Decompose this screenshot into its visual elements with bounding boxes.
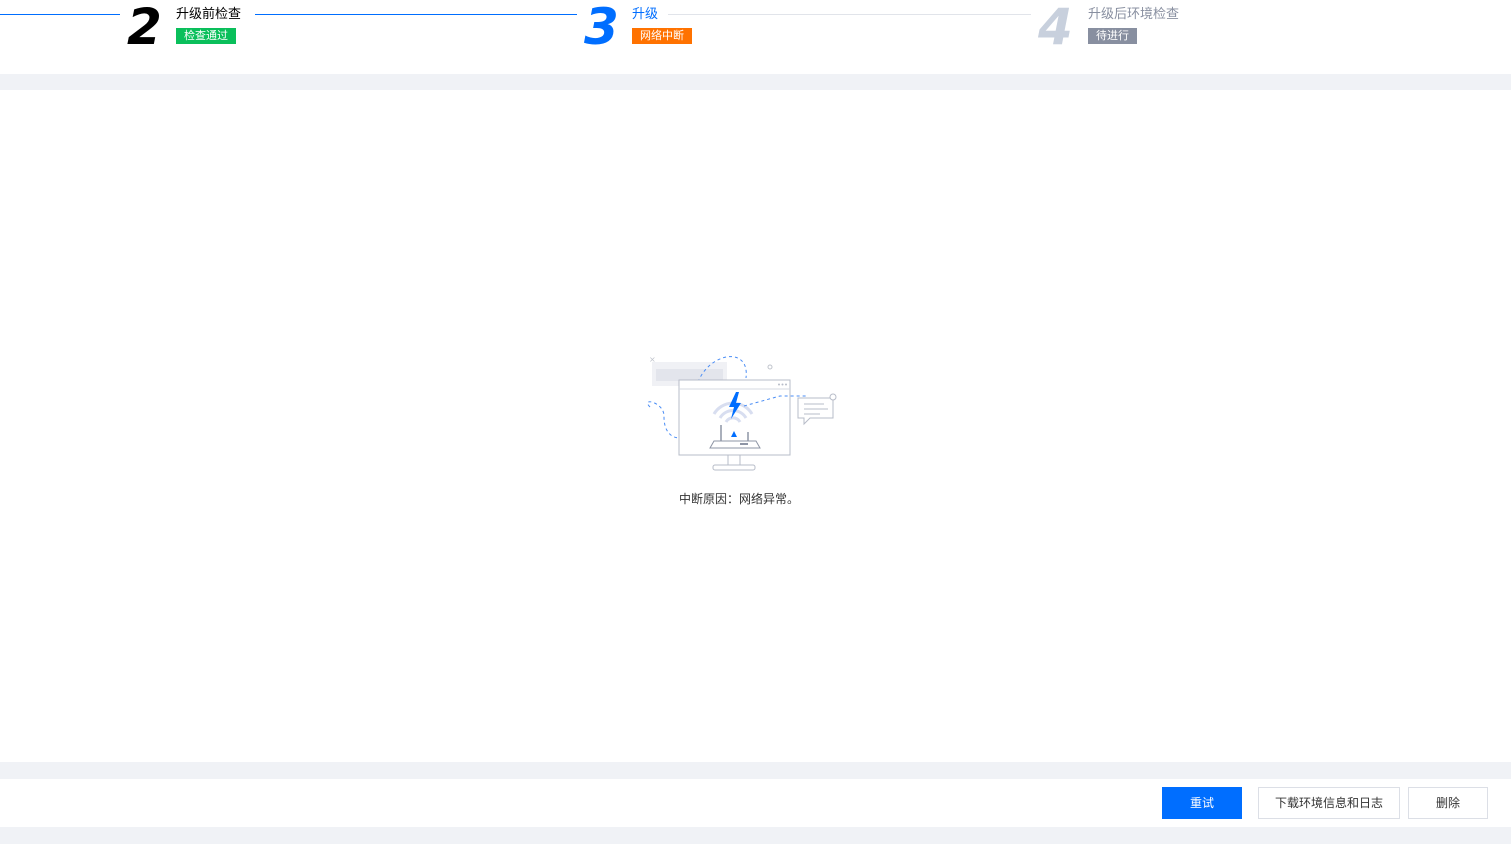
step-title: 升级 xyxy=(632,7,659,22)
svg-text:×: × xyxy=(649,355,656,364)
network-disconnected-illustration-icon: × xyxy=(647,355,837,471)
status-badge: 待进行 xyxy=(1088,28,1137,44)
delete-button[interactable]: 删除 xyxy=(1408,787,1488,819)
status-badge: 网络中断 xyxy=(632,28,692,44)
retry-button[interactable]: 重试 xyxy=(1162,787,1242,819)
download-logs-button[interactable]: 下载环境信息和日志 xyxy=(1258,787,1400,819)
step-title: 升级前检查 xyxy=(176,7,242,22)
step-number: 4 xyxy=(1038,0,1073,56)
step-connector-line xyxy=(0,14,120,15)
action-bar: 重试 下载环境信息和日志 删除 xyxy=(0,779,1511,827)
interrupt-panel: × 中断原因：网络异常。 xyxy=(0,90,1511,762)
interrupt-reason-text: 中断原因：网络异常。 xyxy=(678,492,799,506)
step-connector-line xyxy=(668,14,1031,15)
step-number: 2 xyxy=(127,0,162,56)
step-connector-line xyxy=(255,14,577,15)
step-number: 3 xyxy=(584,0,619,56)
status-badge: 检查通过 xyxy=(176,28,236,44)
step-title: 升级后环境检查 xyxy=(1088,7,1180,22)
step-progress-bar: 2 升级前检查 检查通过 3 升级 网络中断 4 升级后环境检查 待进行 xyxy=(0,0,1511,74)
